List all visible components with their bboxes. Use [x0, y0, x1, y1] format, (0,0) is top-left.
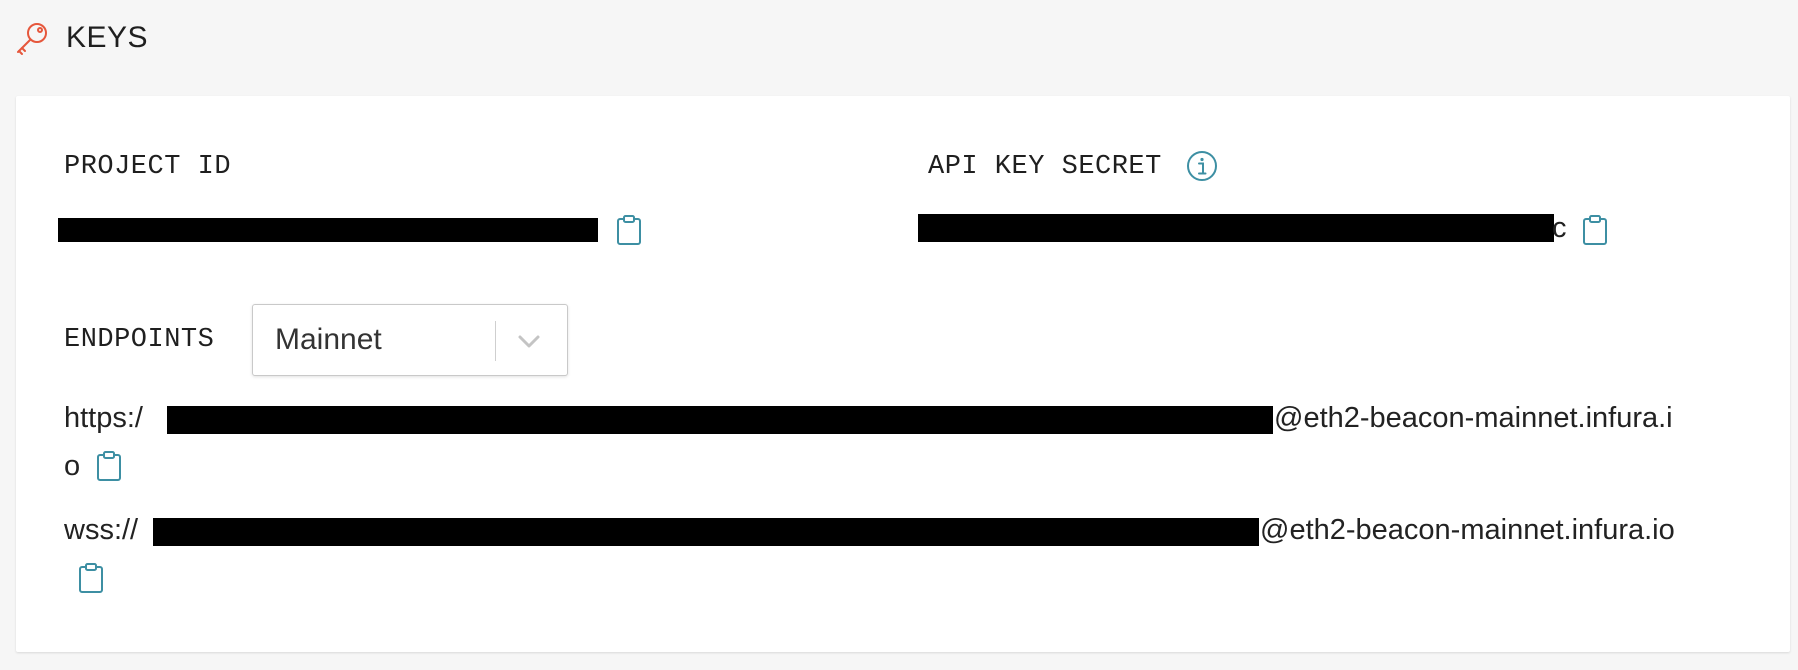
api-key-secret-value-redacted: [918, 214, 1554, 242]
wss-endpoint-prefix: wss://: [64, 514, 139, 546]
clipboard-icon[interactable]: [78, 562, 104, 594]
project-id-value-redacted: [58, 218, 598, 242]
https-endpoint-host: @eth2-beacon-mainnet.infura.i: [1274, 402, 1673, 434]
select-separator: [495, 321, 496, 361]
https-endpoint-wrap: o: [64, 450, 81, 482]
https-endpoint-redacted: [167, 406, 1273, 434]
page-title: KEYS: [66, 21, 149, 54]
chevron-down-icon[interactable]: [515, 329, 543, 353]
key-icon: [17, 23, 47, 55]
keys-card: PROJECT ID API KEY SECRET c ENDPOINTS Ma…: [16, 96, 1790, 652]
network-select-value: Mainnet: [275, 323, 382, 356]
project-id-label: PROJECT ID: [64, 152, 232, 182]
endpoints-label: ENDPOINTS: [64, 325, 215, 355]
wss-endpoint-host: @eth2-beacon-mainnet.infura.io: [1260, 514, 1675, 546]
clipboard-icon[interactable]: [616, 214, 642, 246]
api-key-secret-label: API KEY SECRET: [928, 152, 1162, 182]
clipboard-icon[interactable]: [1582, 214, 1608, 246]
clipboard-icon[interactable]: [96, 450, 122, 482]
https-endpoint-prefix: https:/: [64, 402, 143, 434]
api-key-secret-visible-tail: c: [1552, 212, 1567, 244]
wss-endpoint-redacted: [153, 518, 1259, 546]
info-icon[interactable]: [1186, 150, 1218, 182]
network-select[interactable]: Mainnet: [252, 304, 568, 376]
keys-header: KEYS: [14, 20, 148, 56]
